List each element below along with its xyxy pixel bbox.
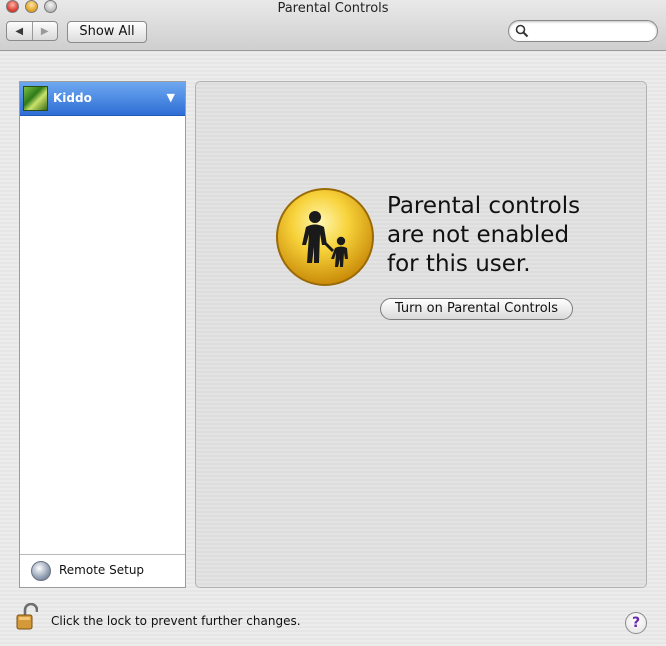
chevron-down-icon[interactable]: ▼ [167,91,175,104]
forward-arrow-icon[interactable]: ▶ [31,22,58,40]
back-arrow-icon[interactable]: ◀ [7,22,32,40]
back-forward-control: ◀ ▶ [6,21,58,41]
status-message: Parental controls are not enabled for th… [387,192,627,279]
remote-setup-label: Remote Setup [59,563,145,577]
sidebar-item-kiddo[interactable]: Kiddo ▼ [20,82,185,116]
turn-on-parental-controls-button[interactable]: Turn on Parental Controls [380,298,573,320]
window-title: Parental Controls [277,1,389,16]
message-line: are not enabled [387,222,570,248]
lock-status-text: Click the lock to prevent further change… [51,614,301,628]
help-button[interactable]: ? [625,612,647,634]
message-line: Parental controls [387,193,581,219]
user-name: Kiddo [53,91,92,105]
lock-icon[interactable] [16,603,38,631]
content-panel [195,81,647,588]
message-line: for this user. [387,251,531,277]
remote-setup-button[interactable]: Remote Setup [20,554,185,587]
search-icon [515,24,529,38]
user-avatar [23,86,48,111]
toolbar: Parental Controls ◀ ▶ Show All [0,0,666,51]
show-all-button[interactable]: Show All [67,21,147,43]
parental-controls-icon [276,188,374,286]
preferences-window: Parental Controls ◀ ▶ Show All Kiddo ▼ R… [0,0,666,646]
search-input[interactable] [508,20,658,42]
user-list: Kiddo ▼ Remote Setup [19,81,186,588]
globe-icon [31,561,51,581]
